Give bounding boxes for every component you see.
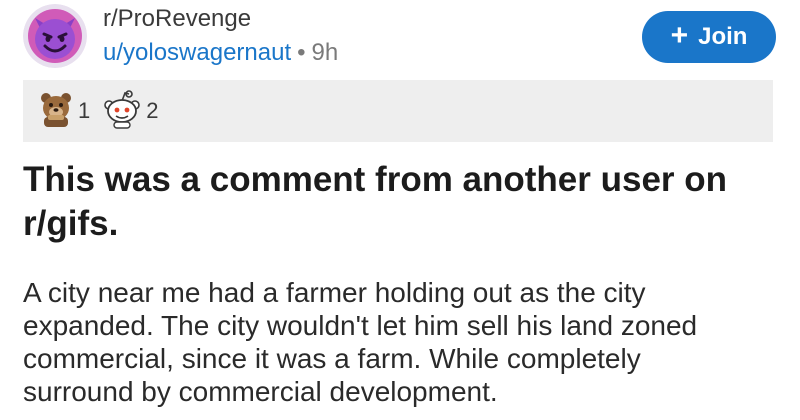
meta-separator: •: [297, 39, 306, 66]
post-screenshot: r/ProRevenge u/yoloswagernaut • 9h + Join: [0, 0, 800, 420]
award-bear[interactable]: 1: [38, 89, 90, 134]
post-header: r/ProRevenge u/yoloswagernaut • 9h + Join: [23, 4, 783, 76]
post-body-line: commercial, since it was a farm. While c…: [23, 343, 641, 374]
devil-emoji-icon[interactable]: [23, 4, 87, 68]
join-label: Join: [698, 23, 748, 50]
bear-award-icon: [38, 89, 74, 134]
post-body: A city near me had a farmer holding out …: [23, 276, 788, 408]
username-link[interactable]: u/yoloswagernaut: [103, 39, 291, 66]
award-count: 2: [146, 98, 159, 123]
post-body-line: expanded. The city wouldn't let him sell…: [23, 310, 698, 341]
post-source: r/ProRevenge u/yoloswagernaut • 9h: [103, 4, 338, 68]
award-snoo[interactable]: 2: [102, 89, 159, 134]
awards-bar: 1 2: [23, 80, 773, 142]
award-count: 1: [78, 98, 91, 123]
snoo-award-icon: [102, 89, 142, 134]
subreddit-name[interactable]: r/ProRevenge: [103, 4, 338, 34]
post-age: 9h: [311, 39, 339, 66]
post-body-line: surround by commercial development.: [23, 376, 498, 407]
join-button[interactable]: + Join: [642, 11, 776, 63]
post-title[interactable]: This was a comment from another user on …: [23, 158, 778, 246]
post-body-line: A city near me had a farmer holding out …: [23, 277, 646, 308]
post-meta: u/yoloswagernaut • 9h: [103, 38, 338, 68]
plus-icon: +: [670, 18, 689, 52]
